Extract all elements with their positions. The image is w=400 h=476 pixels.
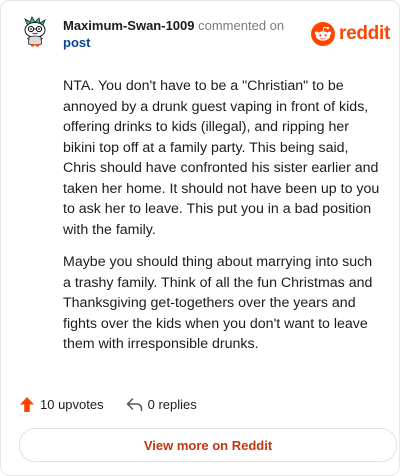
replies-count: 0 replies [147, 396, 197, 412]
reddit-logo[interactable]: reddit [311, 22, 390, 46]
embedded-comment-card: Maximum-Swan-1009 commented on post redd… [0, 0, 400, 476]
upvotes-action[interactable]: 10 upvotes [19, 396, 104, 413]
comment-body: NTA. You don't have to be a "Christian" … [63, 76, 381, 367]
view-more-on-reddit-button[interactable]: View more on Reddit [19, 428, 397, 462]
reply-arrow-icon [126, 397, 142, 411]
post-link[interactable]: post [63, 35, 90, 51]
snoo-avatar-icon[interactable] [19, 16, 51, 48]
comment-paragraph: Maybe you should thing about marrying in… [63, 254, 373, 352]
reddit-wordmark: reddit [339, 23, 390, 44]
comment-header: Maximum-Swan-1009 commented on [63, 18, 284, 34]
author-username[interactable]: Maximum-Swan-1009 [63, 18, 195, 33]
comment-paragraph: NTA. You don't have to be a "Christian" … [63, 78, 380, 238]
replies-action[interactable]: 0 replies [126, 397, 197, 412]
commented-on-text: commented on [198, 18, 285, 33]
upvotes-count: 10 upvotes [40, 396, 104, 412]
reddit-snoo-icon [311, 22, 335, 46]
comment-actions: 10 upvotes 0 replies [19, 394, 197, 414]
upvote-arrow-icon [20, 396, 34, 412]
